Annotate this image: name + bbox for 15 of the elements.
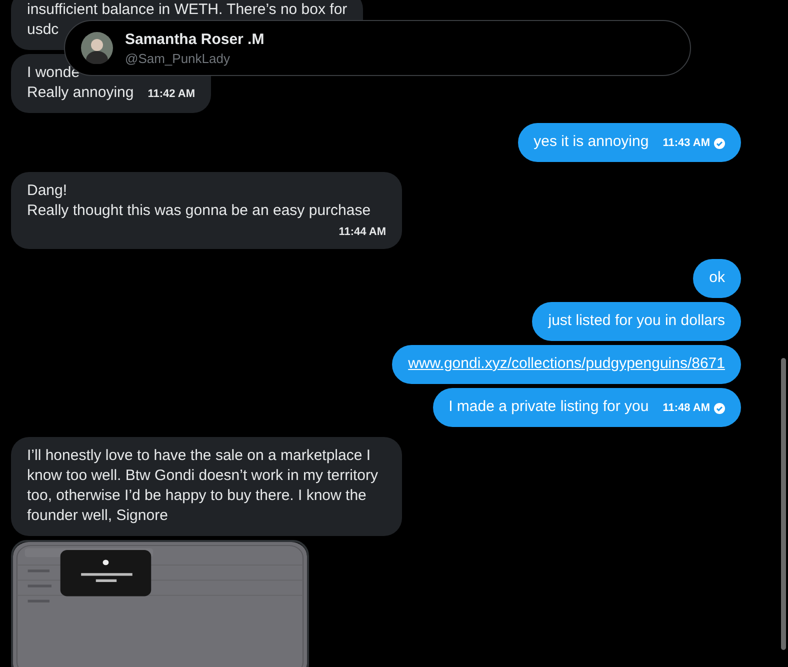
message-text: yes it is annoying bbox=[534, 133, 649, 150]
message-text: Dang! Really thought this was gonna be an easy purchase bbox=[27, 182, 371, 219]
message-text: I made a private listing for you bbox=[448, 398, 649, 415]
message-time: 11:44 AM bbox=[338, 225, 386, 239]
message-time: 11:48 AM bbox=[662, 401, 710, 415]
message-time: 11:42 AM bbox=[148, 87, 196, 101]
contact-handle: @Sam_PunkLady bbox=[125, 50, 231, 66]
message-text: I’ll honestly love to have the sale on a marketplace I know too well. Btw Gondi doesn’t work in my territory too, otherwise I’d be happy to buy there. I know the founder well, Signore bbox=[27, 447, 378, 524]
avatar-icon[interactable] bbox=[81, 32, 113, 64]
message-link[interactable]: www.gondi.xyz/collections/pudgypenguins/8671 bbox=[408, 355, 725, 372]
message-text: I wonde Really annoying bbox=[27, 64, 134, 101]
scrollbar[interactable] bbox=[781, 358, 786, 650]
message-text: ok bbox=[709, 269, 725, 286]
message-text: just listed for you in dollars bbox=[548, 312, 725, 329]
message-time: 11:43 AM bbox=[662, 136, 710, 150]
